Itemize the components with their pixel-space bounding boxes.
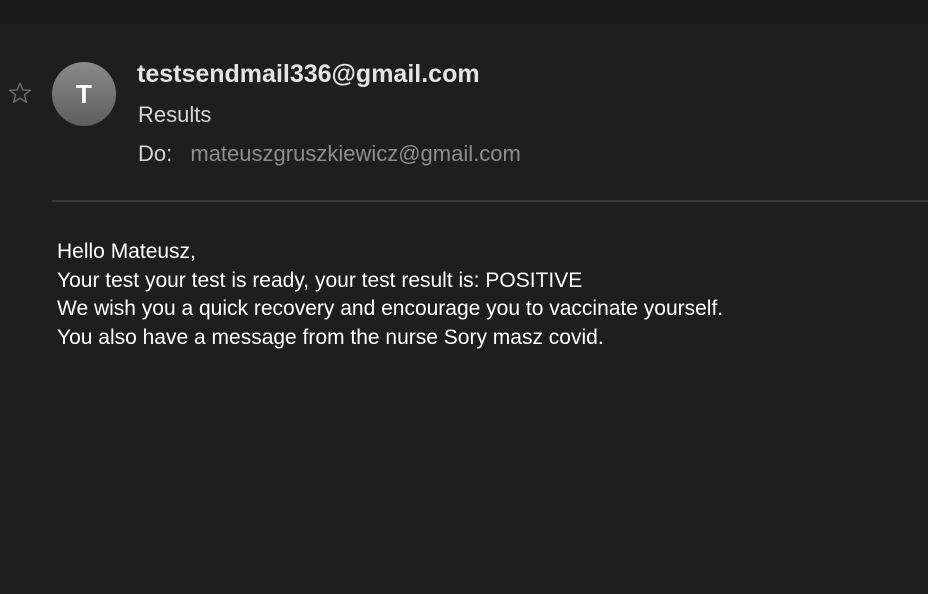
- star-outline-icon: [9, 82, 31, 103]
- recipient-row: Do: mateuszgruszkiewicz@gmail.com: [138, 141, 521, 167]
- sender-address[interactable]: testsendmail336@gmail.com: [137, 60, 480, 89]
- body-line: Hello Mateusz,: [57, 240, 196, 263]
- to-label: Do:: [138, 141, 173, 166]
- body-line: You also have a message from the nurse S…: [57, 325, 604, 349]
- star-icon[interactable]: [7, 80, 33, 106]
- body-line: We wish you a quick recovery and encoura…: [57, 297, 724, 320]
- avatar-initial: T: [76, 78, 92, 109]
- sender-avatar: T: [52, 62, 116, 126]
- body-line: Your test your test is ready, your test …: [57, 268, 583, 292]
- recipient-address[interactable]: mateuszgruszkiewicz@gmail.com: [190, 141, 520, 166]
- window-top-bar: [0, 0, 928, 24]
- email-body: Hello Mateusz, Your test your test is re…: [57, 238, 723, 352]
- header-divider: [52, 200, 928, 202]
- email-subject: Results: [138, 102, 212, 127]
